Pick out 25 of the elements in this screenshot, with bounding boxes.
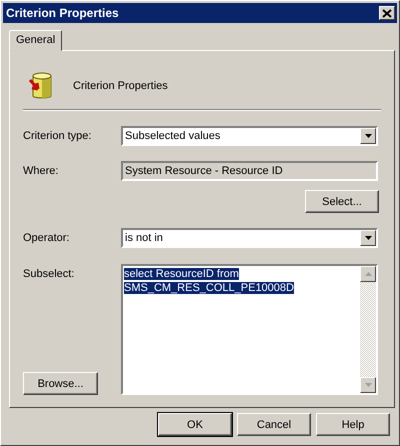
close-button[interactable]: [379, 6, 395, 20]
field-label: Operator:: [23, 232, 70, 244]
dialog-button[interactable]: OK: [158, 413, 232, 436]
dropdown-arrow-icon: [364, 236, 372, 240]
window-title: Criterion Properties: [6, 6, 119, 20]
tab[interactable]: General: [9, 30, 62, 51]
field-label: Where:: [23, 165, 60, 177]
field-label: Subselect:: [23, 268, 76, 280]
section-title: Criterion Properties: [73, 80, 168, 92]
field-label: Criterion type:: [23, 130, 92, 142]
dropdown-arrow-icon: [364, 134, 372, 138]
query-text: SMS_CM_RES_COLL_PE10008D: [124, 282, 294, 294]
query-text: select ResourceID from: [124, 268, 239, 280]
dialog-button[interactable]: Cancel: [237, 413, 311, 436]
browse-button[interactable]: Browse...: [23, 372, 98, 395]
subselect-text-area[interactable]: select ResourceID from SMS_CM_RES_COLL_PE10008D: [121, 264, 378, 395]
dialog-button[interactable]: Help: [316, 413, 390, 436]
scroll-down-icon: [364, 383, 372, 387]
close-icon: [382, 8, 392, 18]
scroll-up-icon: [364, 272, 372, 276]
scrollbar[interactable]: [360, 266, 376, 393]
where-field[interactable]: System Resource - Resource ID: [121, 161, 378, 181]
criterion-type-dropdown[interactable]: Subselected values: [121, 126, 378, 146]
operator-dropdown[interactable]: is not in: [121, 228, 378, 248]
select-button[interactable]: Select...: [305, 190, 379, 213]
